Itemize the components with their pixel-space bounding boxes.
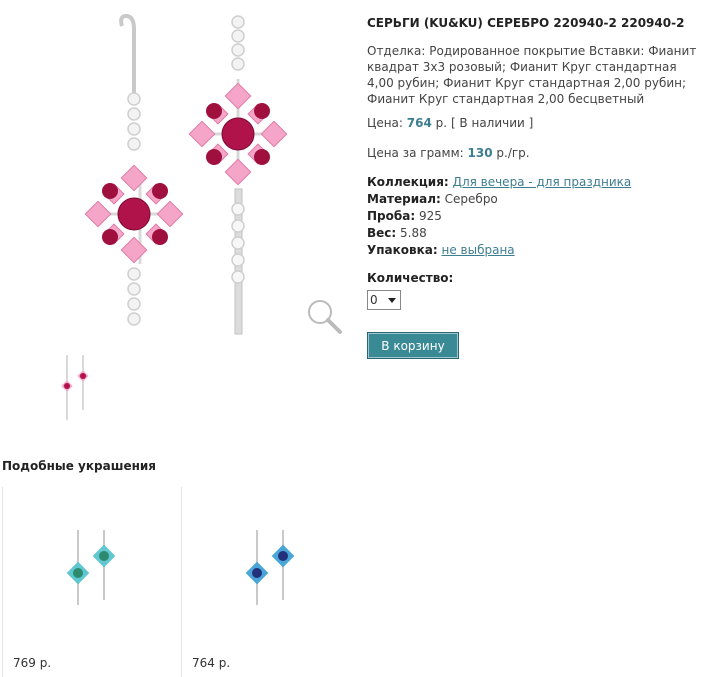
material-value: Серебро [444, 192, 498, 206]
proba-value: 925 [418, 209, 442, 223]
collection-label: Коллекция: [367, 175, 449, 189]
weight-value: 5.88 [400, 226, 427, 240]
similar-item-image[interactable] [48, 525, 138, 615]
similar-item[interactable]: 764 р. [181, 487, 360, 677]
material-label: Материал: [367, 192, 441, 206]
price-value: 764 [406, 116, 432, 130]
availability-status: [ В наличии ] [450, 116, 534, 130]
similar-products: 769 р. 764 р. [2, 487, 708, 677]
price-line: Цена: 764 р. [ В наличии ] [367, 116, 533, 130]
product-properties: Коллекция: Для вечера - для праздника Ма… [367, 174, 631, 259]
package-link[interactable]: не выбрана [442, 243, 515, 257]
earring-right [188, 15, 288, 335]
per-gram-value: 130 [467, 146, 493, 160]
prop-package: Упаковка: не выбрана [367, 242, 631, 259]
price-unit: р. [435, 116, 448, 130]
prop-material: Материал: Серебро [367, 191, 631, 208]
similar-item-price: 764 р. [192, 656, 231, 670]
quantity-selected-value: 0 [370, 293, 378, 307]
similar-item-price: 769 р. [13, 656, 52, 670]
product-description: Отделка: Родированное покрытие Вставки: … [367, 44, 697, 106]
package-label: Упаковка: [367, 243, 438, 257]
zoom-icon[interactable] [308, 300, 342, 334]
similar-item[interactable]: 769 р. [2, 487, 181, 677]
price-label: Цена: [367, 116, 403, 130]
proba-label: Проба: [367, 209, 416, 223]
weight-label: Вес: [367, 226, 397, 240]
prop-collection: Коллекция: Для вечера - для праздника [367, 174, 631, 191]
chevron-down-icon [388, 298, 396, 303]
similar-item-image[interactable] [227, 525, 317, 615]
product-thumbnail[interactable] [45, 350, 105, 425]
quantity-label: Количество: [367, 271, 454, 285]
prop-proba: Проба: 925 [367, 208, 631, 225]
product-main-image[interactable] [22, 13, 347, 339]
similar-section-title: Подобные украшения [2, 459, 157, 473]
quantity-select[interactable]: 0 [367, 290, 401, 310]
earring-left [84, 13, 184, 326]
product-title: СЕРЬГИ (KU&KU) СЕРЕБРО 220940-2 220940-2 [367, 16, 685, 30]
price-per-gram: Цена за грамм: 130 р./гр. [367, 146, 530, 160]
add-to-cart-button[interactable]: В корзину [367, 332, 459, 359]
collection-link[interactable]: Для вечера - для праздника [453, 175, 632, 189]
prop-weight: Вес: 5.88 [367, 225, 631, 242]
per-gram-unit: р./гр. [496, 146, 530, 160]
per-gram-label: Цена за грамм: [367, 146, 464, 160]
